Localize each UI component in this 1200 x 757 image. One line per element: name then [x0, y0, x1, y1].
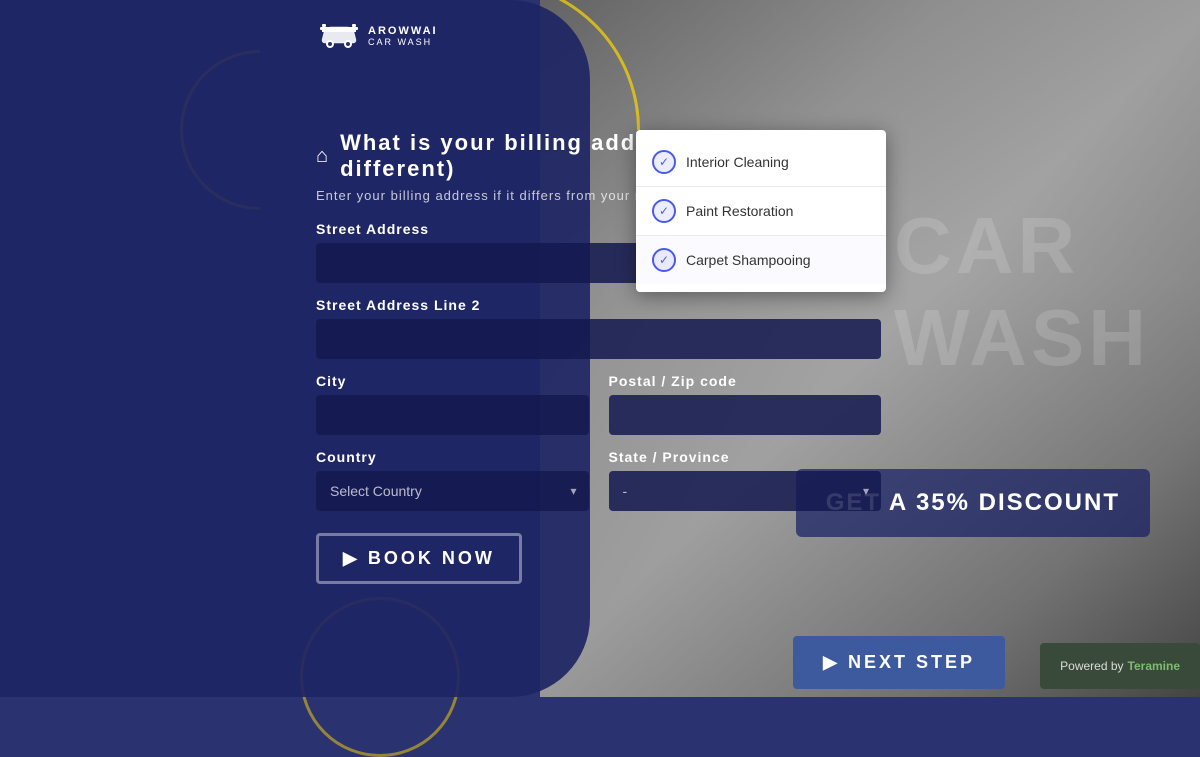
dropdown-item-interior[interactable]: ✓ Interior Cleaning	[636, 138, 886, 187]
powered-by: Powered by Teramine	[1040, 643, 1200, 689]
checkmark-carpet: ✓	[659, 253, 669, 267]
brand-tagline: CAR WASH	[368, 37, 438, 47]
home-icon: ⌂	[316, 145, 330, 168]
street-address-line2-input[interactable]	[316, 319, 881, 359]
logo-text: AROWWAI CAR WASH	[368, 25, 438, 47]
city-label: City	[316, 373, 589, 389]
dropdown-item-carpet-label: Carpet Shampooing	[686, 252, 811, 268]
check-circle-paint: ✓	[652, 199, 676, 223]
city-column: City	[316, 373, 589, 435]
book-now-label: BOOK NOW	[368, 548, 495, 569]
country-select[interactable]: Select Country	[316, 471, 589, 511]
book-now-arrow: ▶	[343, 548, 360, 569]
postal-label: Postal / Zip code	[609, 373, 882, 389]
state-dropdown-open: ✓ Interior Cleaning ✓ Paint Restoration …	[636, 130, 886, 292]
country-select-wrapper: Select Country ▾	[316, 471, 589, 511]
next-step-arrow: ▶	[823, 652, 840, 673]
logo-area: AROWWAI CAR WASH	[320, 20, 438, 52]
dropdown-item-paint-label: Paint Restoration	[686, 203, 793, 219]
country-column: Country Select Country ▾	[316, 449, 589, 525]
check-circle-interior: ✓	[652, 150, 676, 174]
dropdown-item-carpet[interactable]: ✓ Carpet Shampooing	[636, 236, 886, 284]
checkmark-interior: ✓	[659, 155, 669, 169]
background-text-overlay: CARWASH	[894, 200, 1150, 384]
state-select[interactable]: -	[609, 471, 882, 511]
next-step-label: Next Step	[848, 652, 975, 673]
book-now-button[interactable]: ▶ BOOK NOW	[316, 533, 522, 584]
city-input[interactable]	[316, 395, 589, 435]
state-select-wrapper: - ▾	[609, 471, 882, 511]
country-state-row: Country Select Country ▾ State / Provinc…	[316, 449, 881, 525]
logo-icon	[320, 20, 358, 52]
powered-by-label: Powered by	[1060, 659, 1123, 673]
brand-name: AROWWAI	[368, 25, 438, 37]
street-address-line2-label: Street Address Line 2	[316, 297, 881, 313]
state-label: State / Province	[609, 449, 882, 465]
next-step-button[interactable]: ▶ Next Step	[793, 636, 1005, 689]
postal-input[interactable]	[609, 395, 882, 435]
checkmark-paint: ✓	[659, 204, 669, 218]
city-postal-row: City Postal / Zip code	[316, 373, 881, 435]
teramine-brand: Teramine	[1128, 659, 1180, 673]
dropdown-item-interior-label: Interior Cleaning	[686, 154, 789, 170]
car-icon	[320, 20, 358, 52]
dropdown-item-paint[interactable]: ✓ Paint Restoration	[636, 187, 886, 236]
country-label: Country	[316, 449, 589, 465]
postal-column: Postal / Zip code	[609, 373, 882, 435]
state-column: State / Province - ▾	[609, 449, 882, 525]
check-circle-carpet: ✓	[652, 248, 676, 272]
